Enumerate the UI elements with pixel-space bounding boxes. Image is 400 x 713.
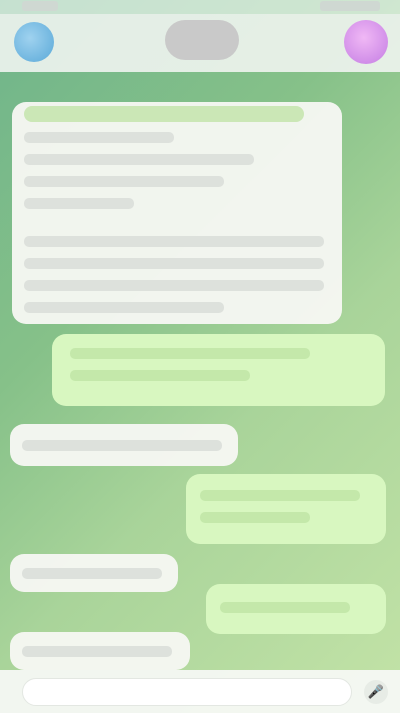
text-line <box>200 512 310 523</box>
message-input[interactable] <box>22 678 352 706</box>
message-bubble-1[interactable] <box>12 102 342 324</box>
chat-subtitle <box>148 60 252 70</box>
reply-preview[interactable] <box>24 106 304 122</box>
text-line <box>200 490 360 501</box>
text-line <box>24 302 224 313</box>
message-composer: 🎤 <box>0 670 400 713</box>
status-time <box>22 1 58 11</box>
text-line <box>24 236 324 247</box>
text-line <box>22 646 172 657</box>
text-line <box>24 154 254 165</box>
mic-icon[interactable]: 🎤 <box>364 680 388 704</box>
text-line <box>22 568 162 579</box>
text-line <box>24 258 324 269</box>
text-line <box>24 198 134 209</box>
message-bubble-3[interactable] <box>10 424 238 466</box>
text-line <box>220 602 350 613</box>
text-line <box>70 348 310 359</box>
message-list[interactable] <box>0 72 400 670</box>
text-line <box>24 132 174 143</box>
back-button[interactable] <box>14 22 54 62</box>
message-bubble-2[interactable] <box>52 334 385 406</box>
text-line <box>70 370 250 381</box>
message-bubble-5[interactable] <box>10 554 178 592</box>
contact-avatar[interactable] <box>344 20 388 64</box>
chat-title[interactable] <box>165 20 239 60</box>
text-line <box>24 280 324 291</box>
status-bar <box>0 0 400 14</box>
text-line <box>22 440 222 451</box>
message-bubble-7[interactable] <box>10 632 190 670</box>
message-bubble-6[interactable] <box>206 584 386 634</box>
text-line <box>24 176 224 187</box>
status-indicators <box>320 1 380 11</box>
message-bubble-4[interactable] <box>186 474 386 544</box>
chat-header <box>0 14 400 72</box>
